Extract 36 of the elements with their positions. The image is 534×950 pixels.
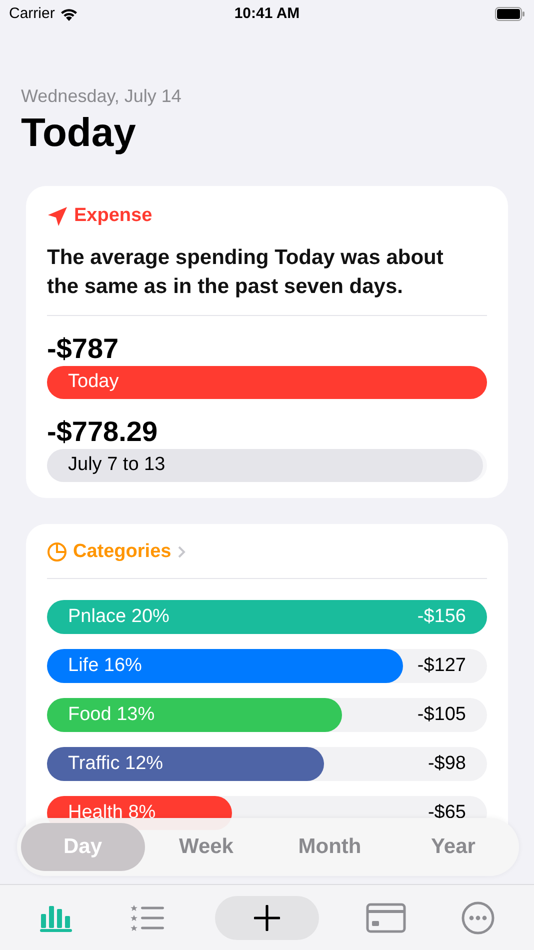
pie-chart-icon — [47, 542, 67, 562]
wifi-icon — [60, 8, 78, 20]
bar-label: Today — [68, 370, 119, 394]
starred-list-icon[interactable] — [130, 904, 166, 932]
category-label: Health 8% — [68, 800, 156, 825]
category-label: Life 16% — [68, 654, 142, 678]
clock-time: 10:41 AM — [234, 4, 300, 24]
page-title: Today — [21, 110, 137, 157]
period-tab[interactable]: Week — [144, 823, 268, 871]
category-label: Food 13% — [68, 702, 155, 727]
chevron-right-icon — [177, 544, 186, 559]
category-amount: -$98 — [428, 752, 466, 776]
paper-plane-icon — [47, 206, 68, 227]
category-amount: -$156 — [417, 604, 466, 629]
credit-card-icon[interactable] — [366, 902, 406, 932]
bar-label: July 7 to 13 — [68, 452, 166, 477]
category-amount: -$65 — [428, 800, 466, 825]
category-label: Pnlace 20% — [68, 604, 170, 629]
more-icon[interactable] — [461, 900, 495, 934]
category-amount: -$127 — [417, 654, 466, 678]
expense-heading: Expense — [74, 204, 152, 228]
date-subtitle: Wednesday, July 14 — [21, 85, 182, 107]
bar-chart-icon[interactable] — [39, 904, 73, 932]
amount-value: -$778.29 — [47, 414, 159, 448]
carrier-label: Carrier — [9, 4, 55, 24]
category-amount: -$105 — [417, 702, 466, 727]
spending-summary: The average spending Today was about the same as in the past seven days. — [47, 242, 487, 316]
period-tab[interactable]: Year — [392, 823, 515, 871]
amount-value: -$787 — [47, 332, 120, 366]
battery-icon — [495, 7, 525, 21]
plus-icon — [254, 904, 280, 930]
period-tab[interactable]: Day — [21, 823, 144, 871]
period-tab[interactable]: Month — [268, 823, 392, 871]
categories-link[interactable]: Categories — [47, 538, 186, 578]
category-label: Traffic 12% — [68, 752, 164, 776]
add-button[interactable] — [215, 896, 319, 940]
